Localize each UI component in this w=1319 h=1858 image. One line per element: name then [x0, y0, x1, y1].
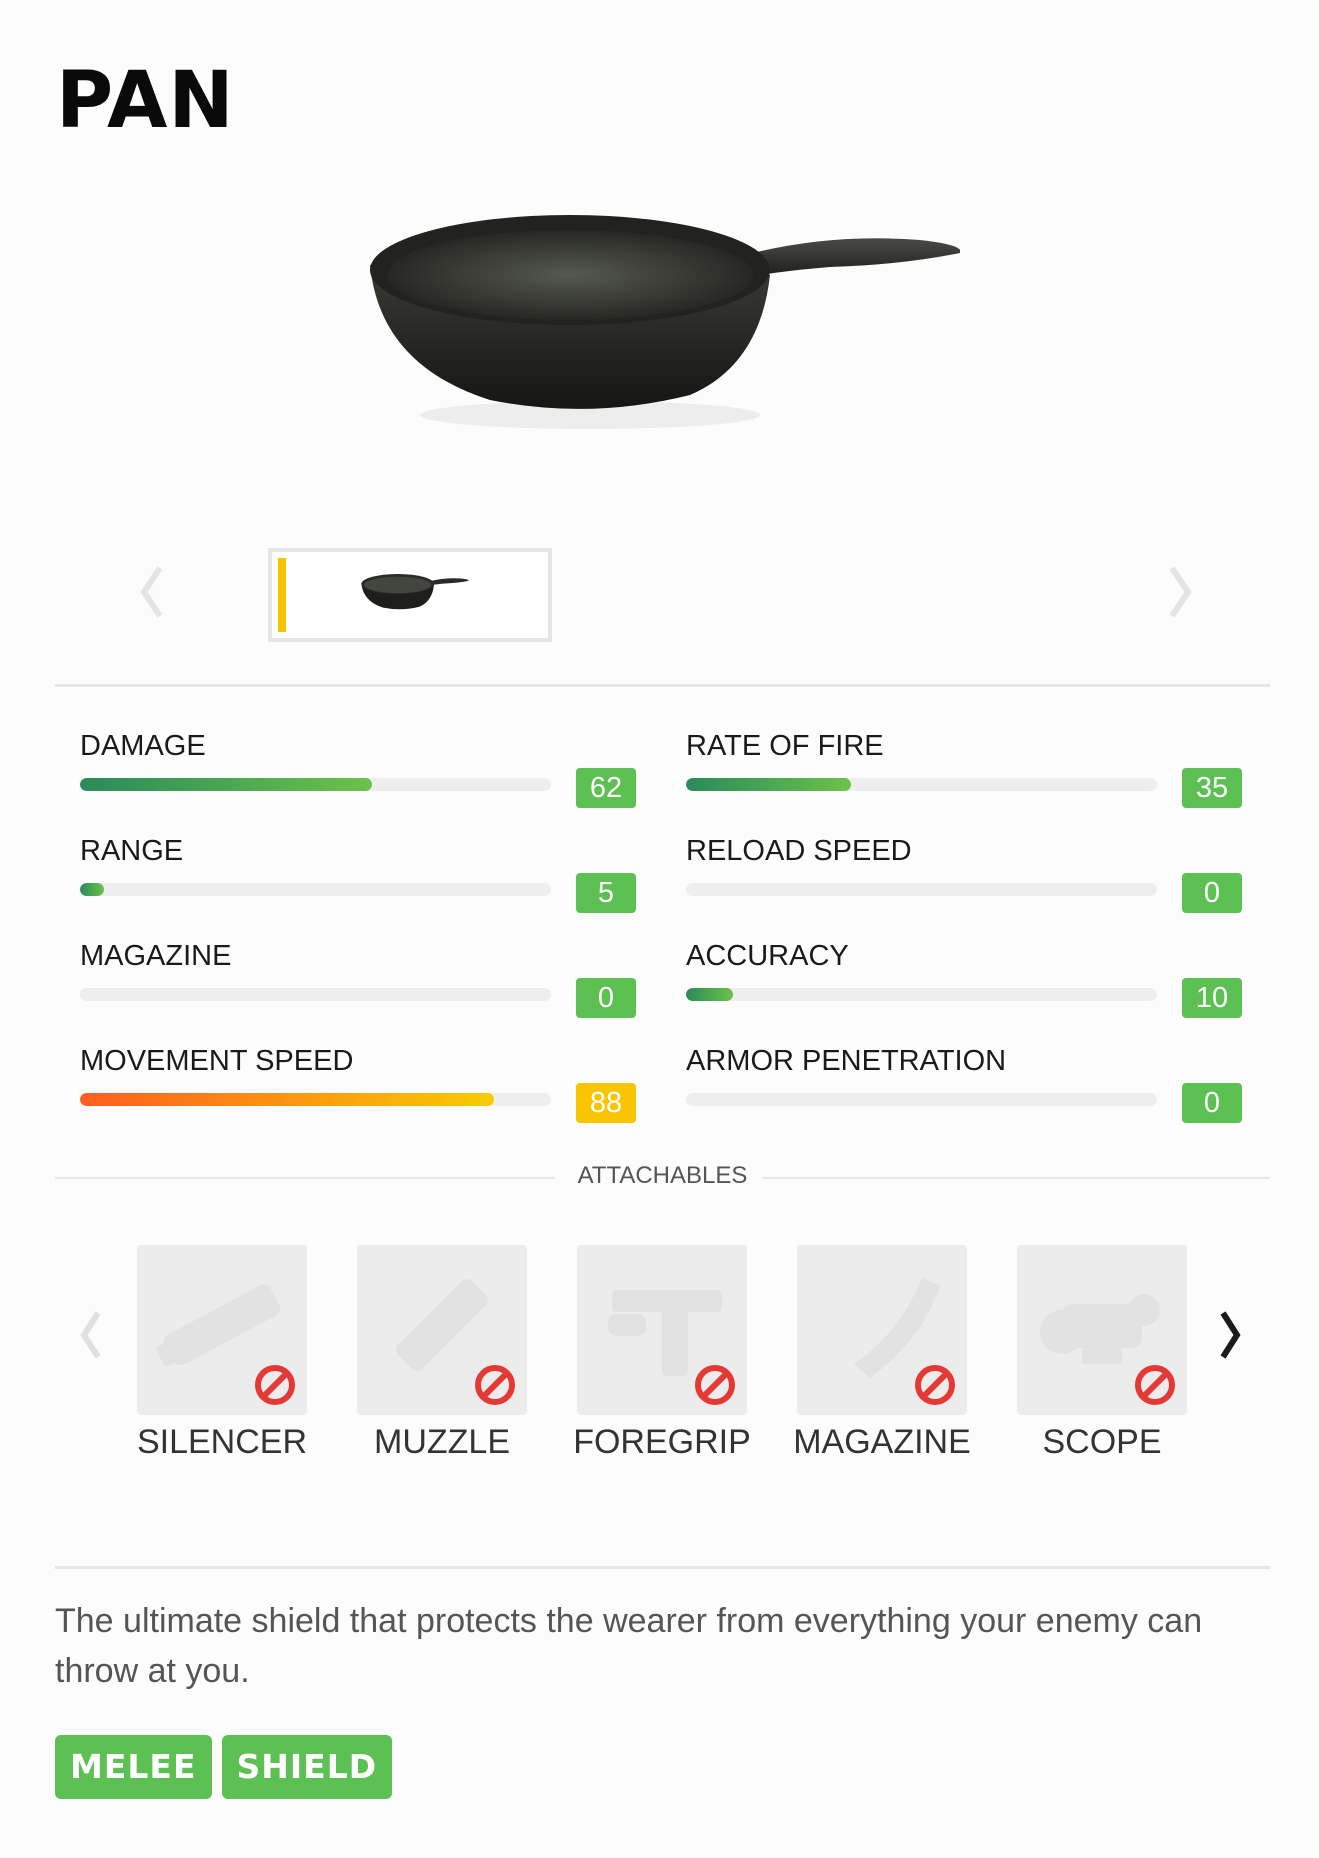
- image-carousel: [56, 540, 1266, 650]
- weapon-title: PAN: [56, 56, 235, 146]
- stat-value-badge: 88: [576, 1083, 636, 1123]
- attachables-header: ATTACHABLES: [55, 1162, 1270, 1192]
- stat-label: MOVEMENT SPEED: [80, 1045, 354, 1077]
- stat-bar-fill: [80, 1093, 495, 1106]
- attachment-label: SILENCER: [136, 1423, 308, 1461]
- stat-accuracy: ACCURACY 10: [686, 940, 1246, 1040]
- stat-bar-fill: [80, 883, 104, 896]
- attachment-tile[interactable]: [1017, 1245, 1187, 1415]
- weapon-image: [360, 215, 961, 435]
- stat-value-badge: 35: [1182, 768, 1242, 808]
- stat-range: RANGE 5: [80, 835, 640, 935]
- attachment-label: MAGAZINE: [793, 1423, 971, 1461]
- attachment-slot-muzzle[interactable]: MUZZLE: [357, 1245, 527, 1462]
- stat-magazine: MAGAZINE 0: [80, 940, 640, 1040]
- divider: [55, 1566, 1270, 1569]
- stat-bar-fill: [686, 778, 851, 791]
- attachment-label: MUZZLE: [374, 1423, 510, 1461]
- attachment-tile[interactable]: [357, 1245, 527, 1415]
- stat-bar-fill: [686, 988, 734, 1001]
- stat-label: ACCURACY: [686, 940, 849, 972]
- attachment-slot-foregrip[interactable]: FOREGRIP: [573, 1245, 751, 1462]
- stat-bar-fill: [80, 778, 373, 791]
- stat-label: ARMOR PENETRATION: [686, 1045, 1007, 1077]
- attachment-slot-silencer[interactable]: SILENCER: [137, 1245, 307, 1462]
- attachment-tile[interactable]: [137, 1245, 307, 1415]
- stat-damage: DAMAGE 62: [80, 730, 640, 830]
- stat-bar-track: [80, 883, 551, 896]
- attachables-next-button[interactable]: [1215, 1305, 1245, 1365]
- selected-indicator: [278, 558, 286, 632]
- attachment-label: SCOPE: [1042, 1423, 1162, 1461]
- not-allowed-icon: [255, 1365, 295, 1405]
- attachment-label: FOREGRIP: [573, 1423, 751, 1461]
- stat-value-badge: 0: [1182, 1083, 1242, 1123]
- frying-pan-thumb-icon: [361, 574, 469, 610]
- stat-label: RELOAD SPEED: [686, 835, 912, 867]
- stat-value-badge: 0: [1182, 873, 1242, 913]
- attachment-tile[interactable]: [797, 1245, 967, 1415]
- not-allowed-icon: [1135, 1365, 1175, 1405]
- carousel-thumbnail[interactable]: [268, 548, 552, 642]
- attachment-slot-magazine[interactable]: MAGAZINE: [793, 1245, 971, 1462]
- stat-reload-speed: RELOAD SPEED 0: [686, 835, 1246, 935]
- chevron-right-icon: [1169, 566, 1192, 618]
- stat-value-badge: 62: [576, 768, 636, 808]
- divider: [55, 684, 1270, 687]
- frying-pan-icon: [370, 215, 961, 429]
- tag-list: MELEE SHIELD: [55, 1735, 402, 1799]
- stat-bar-track: [80, 778, 551, 791]
- stat-value-badge: 10: [1182, 978, 1242, 1018]
- not-allowed-icon: [475, 1365, 515, 1405]
- carousel-next-button[interactable]: [1166, 562, 1196, 622]
- stat-bar-track: [686, 988, 1157, 1001]
- attachment-slot-scope[interactable]: SCOPE: [1017, 1245, 1187, 1462]
- attachables-row: SILENCER MUZZLE FOREGRIP MAGAZINE SCOPE: [0, 1245, 1319, 1475]
- stat-bar-track: [686, 1093, 1157, 1106]
- chevron-left-icon: [140, 566, 163, 618]
- stat-bar-track: [80, 988, 551, 1001]
- stat-rate-of-fire: RATE OF FIRE 35: [686, 730, 1246, 830]
- not-allowed-icon: [695, 1365, 735, 1405]
- attachment-tile[interactable]: [577, 1245, 747, 1415]
- divider: [763, 1177, 1270, 1179]
- attachables-title: ATTACHABLES: [577, 1162, 748, 1189]
- stat-bar-track: [686, 778, 1157, 791]
- stat-movement-speed: MOVEMENT SPEED 88: [80, 1045, 640, 1145]
- carousel-prev-button[interactable]: [136, 562, 166, 622]
- stat-value-badge: 5: [576, 873, 636, 913]
- stat-label: RANGE: [80, 835, 184, 867]
- weapon-description: The ultimate shield that protects the we…: [55, 1602, 1203, 1690]
- chevron-left-icon: [80, 1311, 101, 1359]
- chevron-right-icon: [1220, 1311, 1241, 1359]
- stat-bar-track: [80, 1093, 551, 1106]
- tag-melee[interactable]: MELEE: [55, 1735, 212, 1799]
- attachables-prev-button[interactable]: [74, 1305, 104, 1365]
- tag-shield[interactable]: SHIELD: [221, 1735, 393, 1799]
- stat-label: RATE OF FIRE: [686, 730, 884, 762]
- not-allowed-icon: [915, 1365, 955, 1405]
- stat-value-badge: 0: [576, 978, 636, 1018]
- stat-label: DAMAGE: [80, 730, 206, 762]
- stat-armor-penetration: ARMOR PENETRATION 0: [686, 1045, 1246, 1145]
- stat-label: MAGAZINE: [80, 940, 232, 972]
- stat-bar-track: [686, 883, 1157, 896]
